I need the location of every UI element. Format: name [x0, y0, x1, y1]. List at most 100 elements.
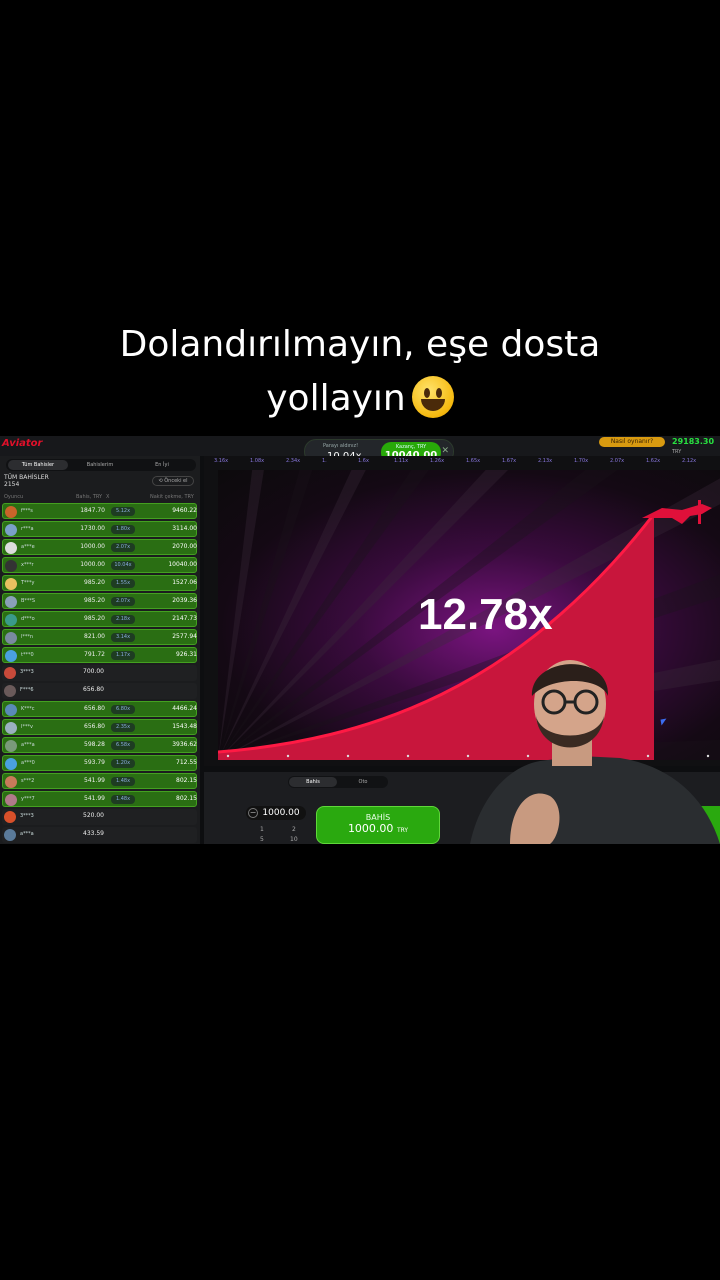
bet-row: l***n 821.00 3.14x 2577.94 [2, 629, 197, 645]
column-bet: Bahis, TRY [76, 494, 103, 500]
balance-value: 29183.30 [672, 437, 715, 446]
tab-auto[interactable]: Oto [339, 777, 387, 787]
bet-row: t***0 791.72 1.17x 926.31 [2, 647, 197, 663]
player-name: T***y [21, 580, 35, 586]
avatar [5, 560, 17, 572]
quick-stake-10[interactable]: 10 [290, 836, 298, 843]
streamer-webcam [470, 660, 720, 844]
cashout-amount: 10040.00 [168, 561, 197, 568]
place-bet-button[interactable]: BAHİS 1000.00 TRY [316, 806, 440, 844]
column-player: Oyuncu [4, 494, 24, 500]
player-name: a***0 [21, 760, 35, 766]
previous-round-button[interactable]: ⟲ Önceki el [152, 476, 194, 486]
cashout-amount: 2070.00 [172, 543, 197, 550]
minus-icon[interactable]: − [248, 808, 258, 818]
bet-row: a***a 598.28 6.58x 3936.62 [2, 737, 197, 753]
bet-row: 3***3 700.00 [2, 665, 197, 681]
history-multiplier[interactable]: 2.13x [538, 458, 552, 464]
avatar [4, 685, 16, 697]
cashout-amount: 802.15 [176, 777, 197, 784]
history-multiplier[interactable]: 1.6x [358, 458, 369, 464]
bet-amount: 700.00 [83, 668, 104, 675]
bet-amount: 433.59 [83, 830, 104, 837]
cashout-amount: 2577.94 [172, 633, 197, 640]
avatar [4, 829, 16, 841]
cashout-multiplier-badge: 2.07x [111, 543, 135, 552]
cashout-amount: 2039.36 [172, 597, 197, 604]
balance-currency: TRY [672, 449, 682, 455]
balance-display: 29183.30 TRY [672, 437, 720, 455]
how-to-play-button[interactable]: Nasıl oynanır? [599, 437, 665, 447]
avatar [4, 811, 16, 823]
bet-row: K***c 656.80 6.80x 4466.24 [2, 701, 197, 717]
player-name: F***6 [20, 687, 34, 693]
caption-line-2: yollayın [266, 378, 406, 419]
bet-row: I***v 656.80 2.35x 1543.48 [2, 719, 197, 735]
avatar [5, 776, 17, 788]
bet-amount: 656.80 [84, 705, 105, 712]
cashout-multiplier-badge: 2.35x [111, 723, 135, 732]
cashout-multiplier-badge: 6.80x [111, 705, 135, 714]
history-multiplier[interactable]: 1.62x [646, 458, 660, 464]
cashout-amount: 2147.73 [172, 615, 197, 622]
column-cashout: Nakit çekme, TRY [150, 494, 194, 500]
bet-amount: 791.72 [84, 651, 105, 658]
multiplier-history: 3.16x 1.08x 2.34x 1. 1.6x 1.11x 1.26x 1.65x 1.67… [204, 456, 720, 468]
history-multiplier[interactable]: 1.26x [430, 458, 444, 464]
quick-stake-2[interactable]: 2 [292, 826, 296, 833]
bet-row: T***y 985.20 1.55x 1527.06 [2, 575, 197, 591]
stake-input[interactable]: − 1000.00 [246, 806, 306, 820]
tab-all-bets[interactable]: Tüm Bahisler [8, 460, 68, 470]
all-bets-header: TÜM BAHİSLER 2154 [4, 474, 49, 488]
grinning-face-emoji-icon [411, 376, 454, 418]
cashout-amount: 3114.00 [172, 525, 197, 532]
avatar [5, 614, 17, 626]
avatar [5, 722, 17, 734]
cashout-amount: 1527.06 [172, 579, 197, 586]
player-name: r***a [21, 526, 34, 532]
avatar [5, 650, 17, 662]
history-multiplier[interactable]: 1.08x [250, 458, 264, 464]
cashout-multiplier-badge: 1.48x [111, 777, 135, 786]
caption-line-1: Dolandırılmayın, eşe dosta [119, 324, 601, 365]
video-caption: Dolandırılmayın, eşe dosta yollayın [0, 318, 720, 426]
quick-stake-1[interactable]: 1 [260, 826, 264, 833]
history-multiplier[interactable]: 2.12x [682, 458, 696, 464]
bet-row: a***e 1000.00 2.07x 2070.00 [2, 539, 197, 555]
tab-bet[interactable]: Bahis [289, 777, 337, 787]
bet-row: y***7 541.99 1.48x 802.15 [2, 791, 197, 807]
column-multiplier: X [106, 494, 110, 500]
history-multiplier[interactable]: 1. [322, 458, 327, 464]
bet-row: F***6 656.80 [2, 683, 197, 699]
bet-amount: 541.99 [84, 795, 105, 802]
close-icon[interactable]: ✕ [441, 446, 449, 456]
quick-stake-5[interactable]: 5 [260, 836, 264, 843]
cashout-multiplier-badge: 1.20x [111, 759, 135, 768]
current-multiplier: 12.78x [418, 590, 553, 639]
tab-my-bets[interactable]: Bahislerim [70, 460, 130, 470]
cashout-amount: 802.15 [176, 795, 197, 802]
video-frame[interactable]: Aviator Nasıl oynanır? 29183.30 TRY Para… [0, 436, 720, 844]
cashout-multiplier-badge: 2.18x [111, 615, 135, 624]
bet-row: d***o 985.20 2.18x 2147.73 [2, 611, 197, 627]
avatar [5, 740, 17, 752]
all-bets-count: 2154 [4, 481, 20, 488]
history-multiplier[interactable]: 1.65x [466, 458, 480, 464]
bet-amount: 541.99 [84, 777, 105, 784]
history-multiplier[interactable]: 2.07x [610, 458, 624, 464]
history-multiplier[interactable]: 2.34x [286, 458, 300, 464]
history-multiplier[interactable]: 1.11x [394, 458, 408, 464]
history-multiplier[interactable]: 1.70x [574, 458, 588, 464]
bet-button-label: BAHİS [365, 813, 391, 822]
cashout-multiplier-badge: 2.07x [111, 597, 135, 606]
mouse-cursor-icon [660, 718, 668, 726]
history-multiplier[interactable]: 1.67x [502, 458, 516, 464]
history-multiplier[interactable]: 3.16x [214, 458, 228, 464]
avatar [5, 506, 17, 518]
tab-top[interactable]: En İyi [132, 460, 192, 470]
bet-button-currency: TRY [396, 827, 409, 834]
cashout-multiplier-badge: 1.55x [111, 579, 135, 588]
bet-row: B***S 985.20 2.07x 2039.36 [2, 593, 197, 609]
bet-row: f***s 1847.70 5.12x 9460.22 [2, 503, 197, 519]
bet-amount: 593.79 [84, 759, 105, 766]
